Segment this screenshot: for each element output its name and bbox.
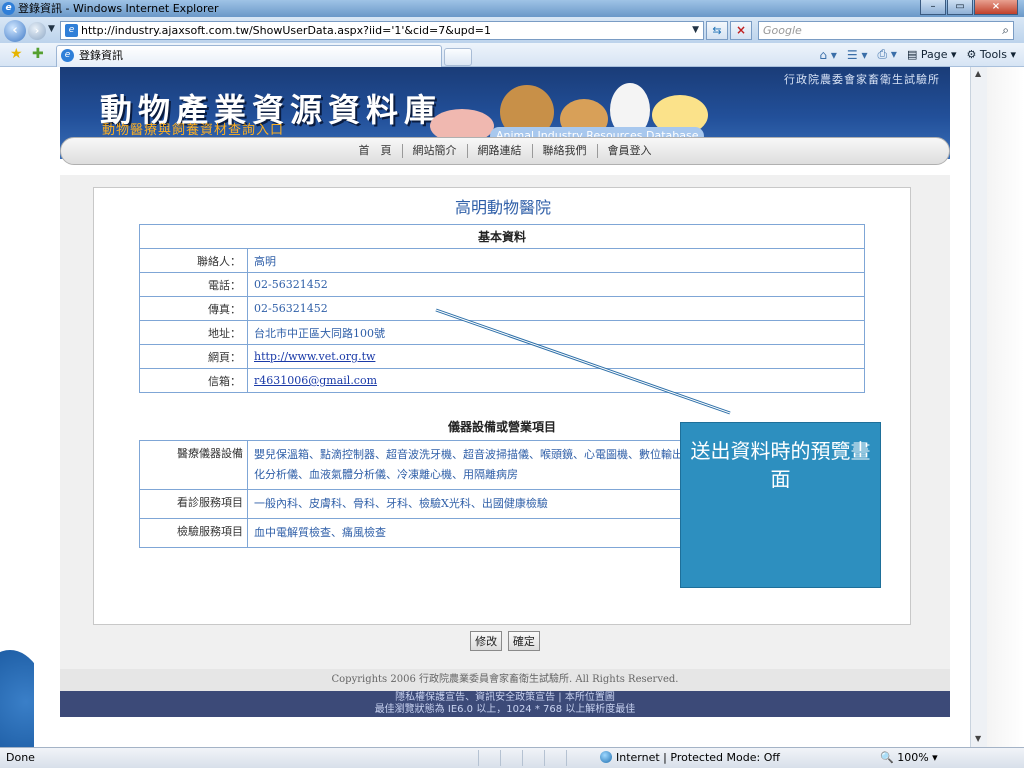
footer-policy-links[interactable]: 隱私權保護宣告、資訊安全政策宣告 | 本所位置圖 bbox=[60, 692, 950, 704]
ie-logo-icon: e bbox=[2, 2, 15, 15]
security-zone[interactable]: Internet | Protected Mode: Off bbox=[600, 748, 780, 768]
menu-item-login[interactable]: 會員登入 bbox=[598, 144, 662, 158]
callout-box: 送出資料時的預覽畫面 bbox=[680, 422, 881, 588]
address-toolbar: ‹ › ▼ e http://industry.ajaxsoft.com.tw/… bbox=[0, 17, 1024, 43]
minimize-button[interactable]: – bbox=[920, 0, 946, 15]
agency-name: 行政院農委會家畜衛生試驗所 bbox=[784, 73, 940, 86]
table-row: 傳真： 02-56321452 bbox=[139, 296, 865, 321]
globe-icon bbox=[600, 751, 612, 763]
website-label: 網頁： bbox=[139, 344, 248, 369]
medical-equipment-label: 醫療儀器設備 bbox=[139, 440, 248, 490]
search-placeholder: Google bbox=[763, 24, 802, 37]
phone-value: 02-56321452 bbox=[247, 272, 865, 297]
maximize-button[interactable]: ▭ bbox=[947, 0, 973, 15]
back-button[interactable]: ‹ bbox=[4, 20, 26, 42]
table-row: 網頁： http://www.vet.org.tw bbox=[139, 344, 865, 369]
add-favorite-icon[interactable]: ✚ bbox=[32, 46, 44, 62]
modify-button[interactable]: 修改 bbox=[470, 631, 503, 651]
tools-menu-label: Tools bbox=[979, 48, 1007, 61]
url-text: http://industry.ajaxsoft.com.tw/ShowUser… bbox=[81, 24, 491, 37]
lab-services-label: 檢驗服務項目 bbox=[139, 518, 248, 548]
status-divider bbox=[500, 750, 501, 766]
chevron-down-icon[interactable]: ▼ bbox=[692, 22, 699, 39]
tab-page-icon: e bbox=[61, 49, 74, 62]
form-buttons: 修改 確定 bbox=[60, 631, 950, 651]
window-titlebar: e 登錄資訊 - Windows Internet Explorer – ▭ × bbox=[0, 0, 1024, 17]
feeds-icon[interactable]: ☰ ▾ bbox=[847, 48, 868, 62]
clinical-services-label: 看診服務項目 bbox=[139, 489, 248, 519]
main-menu: 首 頁 網站簡介 網路連結 聯絡我們 會員登入 bbox=[60, 137, 950, 165]
website-link[interactable]: http://www.vet.org.tw bbox=[254, 350, 375, 363]
scroll-up-icon[interactable]: ▲ bbox=[975, 69, 981, 78]
menu-item-links[interactable]: 網路連結 bbox=[468, 144, 533, 158]
stop-button[interactable]: × bbox=[730, 21, 752, 40]
tools-menu[interactable]: ⚙ Tools ▾ bbox=[967, 48, 1017, 61]
table-row: 電話： 02-56321452 bbox=[139, 272, 865, 297]
tab-label: 登錄資訊 bbox=[79, 49, 123, 62]
organization-name: 高明動物醫院 bbox=[454, 198, 551, 217]
zoom-text: 100% bbox=[897, 751, 929, 764]
phone-label: 電話： bbox=[139, 272, 248, 297]
basic-info-table: 基本資料 聯絡人： 高明 電話： 02-56321452 傳真： 02-5632… bbox=[139, 224, 865, 393]
status-divider bbox=[566, 750, 567, 766]
zoom-level[interactable]: 🔍 100% ▾ bbox=[880, 748, 938, 768]
table-row: 信箱： r4631006@gmail.com bbox=[139, 368, 865, 393]
scroll-down-icon[interactable]: ▼ bbox=[975, 734, 981, 743]
footer-browser-note: 最佳瀏覽狀態為 IE6.0 以上，1024 * 768 以上解析度最佳 bbox=[374, 704, 636, 715]
favorites-star-icon[interactable]: ★ bbox=[10, 46, 23, 62]
tab-bar: ★ ✚ e 登錄資訊 ⌂ ▾ ☰ ▾ ⎙ ▾ ▤ Page ▾ ⚙ Tools … bbox=[0, 43, 1024, 67]
status-divider bbox=[522, 750, 523, 766]
status-text: Done bbox=[6, 751, 35, 764]
close-button[interactable]: × bbox=[974, 0, 1018, 15]
status-divider bbox=[478, 750, 479, 766]
refresh-button[interactable]: ⇆ bbox=[706, 21, 728, 40]
basic-info-header: 基本資料 bbox=[139, 224, 865, 249]
command-bar: ⌂ ▾ ☰ ▾ ⎙ ▾ ▤ Page ▾ ⚙ Tools ▾ bbox=[819, 47, 1016, 62]
confirm-button[interactable]: 確定 bbox=[507, 631, 540, 651]
page-menu-label: Page bbox=[920, 48, 948, 61]
status-bar: Done Internet | Protected Mode: Off 🔍 10… bbox=[0, 747, 1024, 768]
vertical-scrollbar[interactable]: ▲ ▼ bbox=[970, 67, 987, 747]
address-value: 台北市中正區大同路100號 bbox=[247, 320, 865, 345]
email-label: 信箱： bbox=[139, 368, 248, 393]
status-divider bbox=[544, 750, 545, 766]
footer-links: 隱私權保護宣告、資訊安全政策宣告 | 本所位置圖 最佳瀏覽狀態為 IE6.0 以… bbox=[60, 691, 950, 717]
window-title: 登錄資訊 - Windows Internet Explorer bbox=[18, 2, 219, 15]
address-label: 地址： bbox=[139, 320, 248, 345]
email-link[interactable]: r4631006@gmail.com bbox=[254, 374, 377, 387]
fax-value: 02-56321452 bbox=[247, 296, 865, 321]
menu-item-contact[interactable]: 聯絡我們 bbox=[533, 144, 598, 158]
menu-item-about[interactable]: 網站簡介 bbox=[403, 144, 468, 158]
search-input[interactable]: Google ⌕ bbox=[758, 21, 1014, 40]
search-icon[interactable]: ⌕ bbox=[1002, 22, 1009, 39]
window-controls: – ▭ × bbox=[919, 0, 1018, 17]
security-zone-text: Internet | Protected Mode: Off bbox=[616, 751, 780, 764]
page-menu[interactable]: ▤ Page ▾ bbox=[907, 48, 957, 61]
address-input[interactable]: e http://industry.ajaxsoft.com.tw/ShowUs… bbox=[60, 21, 704, 40]
footer-copyright: Copyrights 2006 行政院農業委員會家畜衛生試驗所. All Rig… bbox=[60, 669, 950, 691]
fax-label: 傳真： bbox=[139, 296, 248, 321]
callout-text: 送出資料時的預覽畫面 bbox=[690, 439, 871, 491]
table-row: 地址： 台北市中正區大同路100號 bbox=[139, 320, 865, 345]
web-page: 行政院農委會家畜衛生試驗所 動物產業資源資料庫 動物醫療與飼養資材查詢入口 An… bbox=[34, 67, 970, 747]
print-icon[interactable]: ⎙ ▾ bbox=[877, 47, 896, 62]
contact-value: 高明 bbox=[247, 248, 865, 273]
website-cell: http://www.vet.org.tw bbox=[247, 344, 865, 369]
site-subtitle: 動物醫療與飼養資材查詢入口 bbox=[102, 123, 285, 138]
page-icon: e bbox=[65, 24, 78, 37]
contact-label: 聯絡人： bbox=[139, 248, 248, 273]
forward-button[interactable]: › bbox=[28, 22, 46, 40]
new-tab-button[interactable] bbox=[444, 48, 472, 66]
history-dropdown-icon[interactable]: ▼ bbox=[48, 24, 55, 34]
home-icon[interactable]: ⌂ ▾ bbox=[819, 48, 836, 62]
left-frame bbox=[0, 67, 34, 747]
menu-item-home[interactable]: 首 頁 bbox=[349, 144, 403, 158]
table-row: 聯絡人： 高明 bbox=[139, 248, 865, 273]
right-frame bbox=[987, 67, 1024, 747]
email-cell: r4631006@gmail.com bbox=[247, 368, 865, 393]
tab-current[interactable]: e 登錄資訊 bbox=[56, 45, 442, 67]
